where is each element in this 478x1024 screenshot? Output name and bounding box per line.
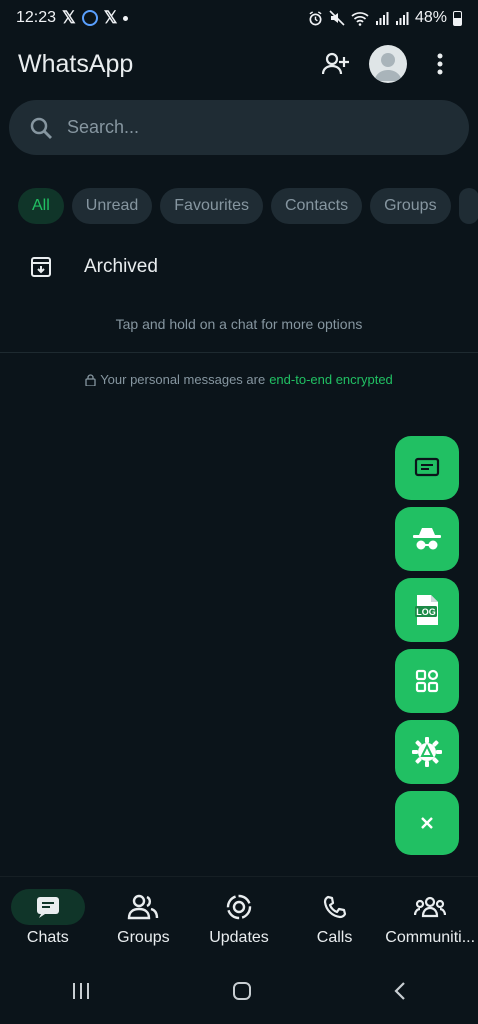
nav-updates-label: Updates bbox=[209, 929, 269, 946]
lock-icon bbox=[85, 373, 96, 386]
chats-icon bbox=[36, 897, 59, 918]
encryption-notice: Your personal messages are end-to-end en… bbox=[0, 372, 478, 387]
avatar bbox=[369, 45, 407, 83]
close-fab[interactable] bbox=[395, 791, 459, 855]
x-notification-icon: 𝕏 bbox=[103, 8, 118, 27]
app-notification-icon bbox=[81, 10, 98, 26]
status-time: 12:23 bbox=[16, 9, 57, 26]
filter-chip-all[interactable]: All bbox=[18, 188, 64, 224]
signal-icon bbox=[395, 12, 409, 25]
recent-apps-button[interactable] bbox=[71, 982, 91, 1005]
x-notification-icon: 𝕏 bbox=[62, 8, 76, 27]
back-icon bbox=[394, 981, 406, 1000]
incognito-icon bbox=[413, 528, 441, 550]
profile-avatar-button[interactable] bbox=[368, 44, 408, 84]
close-icon bbox=[421, 817, 433, 829]
incognito-fab[interactable] bbox=[395, 507, 459, 571]
log-fab[interactable]: LOG bbox=[395, 578, 459, 642]
app-header: WhatsApp bbox=[0, 36, 478, 92]
back-button[interactable] bbox=[393, 981, 407, 1006]
svg-text:LOG: LOG bbox=[416, 607, 436, 617]
nav-calls-label: Calls bbox=[316, 929, 353, 946]
archive-icon bbox=[31, 257, 51, 277]
filter-chip-unread[interactable]: Unread bbox=[71, 188, 153, 224]
nav-communities-label: Communiti... bbox=[385, 929, 476, 946]
nav-chats[interactable]: Chats bbox=[0, 877, 96, 962]
system-navigation bbox=[0, 962, 478, 1024]
groups-icon bbox=[128, 894, 159, 920]
more-vertical-icon bbox=[437, 53, 443, 75]
nav-groups[interactable]: Groups bbox=[96, 877, 192, 962]
home-button[interactable] bbox=[232, 981, 252, 1006]
search-bar[interactable] bbox=[9, 100, 469, 155]
communities-icon bbox=[414, 896, 447, 918]
recent-apps-icon bbox=[72, 982, 89, 999]
battery-level: 48% bbox=[414, 9, 447, 26]
filter-chip-contacts[interactable]: Contacts bbox=[270, 188, 363, 224]
search-input[interactable] bbox=[65, 116, 449, 139]
add-contact-button[interactable] bbox=[316, 44, 356, 84]
more-notifications-icon bbox=[123, 15, 129, 21]
more-options-button[interactable] bbox=[420, 44, 460, 84]
app-title: WhatsApp bbox=[18, 49, 134, 78]
apps-grid-icon bbox=[415, 669, 439, 693]
filter-chip-favourites[interactable]: Favourites bbox=[160, 188, 263, 224]
alarm-icon bbox=[309, 10, 322, 25]
mute-icon bbox=[329, 10, 345, 26]
wifi-icon bbox=[351, 11, 369, 26]
status-bar: 12:23 𝕏 𝕏 48% bbox=[0, 0, 478, 36]
search-icon bbox=[30, 117, 52, 139]
settings-fab[interactable] bbox=[395, 720, 459, 784]
nav-groups-label: Groups bbox=[117, 929, 170, 946]
filter-chip-more[interactable] bbox=[458, 188, 478, 224]
apps-fab[interactable] bbox=[395, 649, 459, 713]
encryption-text: Your personal messages are bbox=[100, 372, 266, 387]
nav-updates[interactable]: Updates bbox=[191, 877, 287, 962]
filter-chips: All Unread Favourites Contacts Groups bbox=[18, 188, 478, 224]
home-icon bbox=[232, 981, 251, 1000]
archived-row[interactable]: Archived bbox=[0, 244, 478, 290]
settings-gear-icon bbox=[412, 737, 442, 767]
calls-icon bbox=[323, 895, 346, 919]
log-file-icon: LOG bbox=[415, 595, 438, 625]
signal-icon bbox=[375, 12, 389, 25]
divider bbox=[0, 352, 478, 353]
battery-icon bbox=[453, 10, 462, 26]
default-avatar-icon bbox=[374, 53, 402, 81]
new-chat-fab[interactable] bbox=[395, 436, 459, 500]
nav-calls[interactable]: Calls bbox=[287, 877, 383, 962]
bottom-navigation: Chats Groups Updates Calls Communiti... bbox=[0, 876, 478, 962]
nav-communities[interactable]: Communiti... bbox=[382, 877, 478, 962]
message-icon bbox=[414, 457, 440, 477]
archived-label: Archived bbox=[84, 256, 158, 277]
nav-chats-label: Chats bbox=[26, 929, 69, 946]
encryption-link[interactable]: end-to-end encrypted bbox=[269, 372, 393, 387]
chat-hint-text: Tap and hold on a chat for more options bbox=[115, 316, 363, 332]
add-contact-icon bbox=[322, 52, 349, 75]
filter-chip-groups[interactable]: Groups bbox=[370, 188, 451, 224]
updates-icon bbox=[226, 894, 252, 920]
